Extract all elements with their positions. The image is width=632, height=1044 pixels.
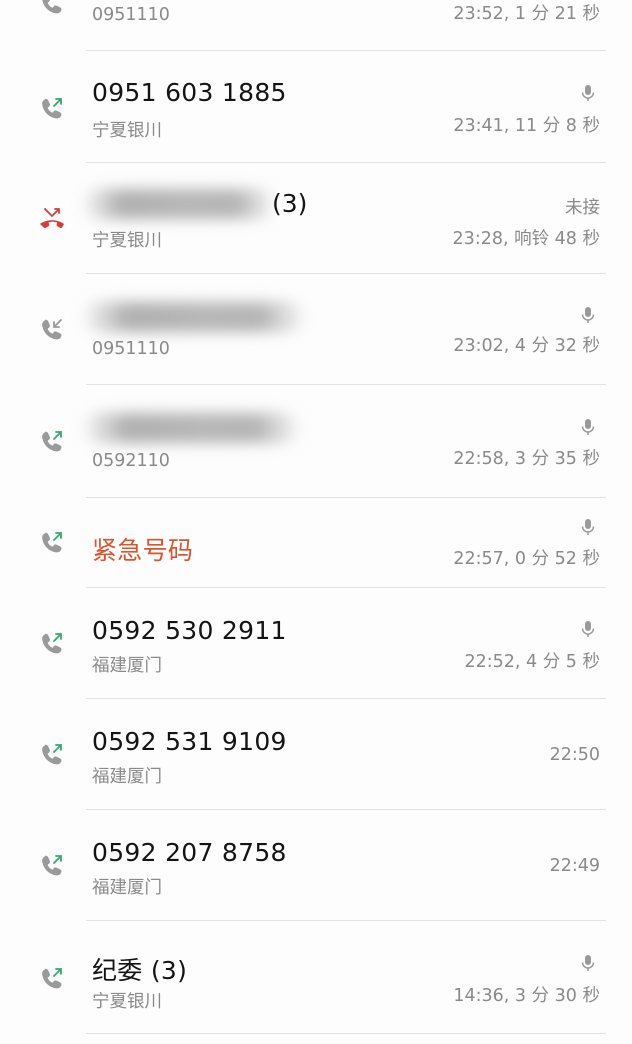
call-subtitle: 福建厦门 (92, 878, 162, 898)
call-subtitle: 宁夏银川 (92, 231, 162, 251)
call-time-duration: 22:50 (549, 745, 600, 765)
missed-call-icon (40, 208, 64, 229)
call-subtitle: 福建厦门 (92, 767, 162, 787)
call-time-duration: 22:58, 3 分 35 秒 (453, 449, 600, 469)
call-contact-name: 0592 207 8758 (92, 838, 287, 867)
recording-icon (581, 307, 595, 323)
recording-icon (581, 955, 595, 971)
divider (86, 50, 606, 51)
call-log-row[interactable]: 纪委 (3) 宁夏银川 14:36, 3 分 30 秒 (0, 921, 632, 1033)
divider (86, 1033, 606, 1034)
incoming-call-icon (42, 319, 62, 340)
call-log-row[interactable]: 0951 603 1885 宁夏银川 23:41, 11 分 8 秒 (0, 52, 632, 162)
call-log-row[interactable]: 0951110 23:02, 4 分 32 秒 (0, 274, 632, 384)
outgoing-call-icon (42, 532, 62, 553)
call-log-row[interactable]: (3) 宁夏银川 未接 23:28, 响铃 48 秒 (0, 163, 632, 273)
outgoing-call-icon (42, 0, 62, 14)
call-log-row[interactable]: 0592 207 8758 福建厦门 22:49 (0, 810, 632, 920)
call-time-duration: 14:36, 3 分 30 秒 (453, 986, 600, 1006)
call-log-row[interactable]: 0951110 23:52, 1 分 21 秒 (0, 0, 632, 50)
call-contact-name: 0592 530 2911 (92, 616, 287, 645)
call-log-row[interactable]: 0592110 22:58, 3 分 35 秒 (0, 385, 632, 497)
call-subtitle: 宁夏银川 (92, 992, 162, 1012)
call-contact-name: 0951 603 1885 (92, 78, 287, 107)
call-subtitle: 宁夏银川 (92, 121, 162, 141)
call-time-duration: 23:41, 11 分 8 秒 (453, 116, 600, 136)
call-subtitle: 0592110 (92, 451, 170, 471)
call-contact-name: 0592 531 9109 (92, 727, 287, 756)
recording-icon (581, 519, 595, 535)
missed-status: 未接 (565, 198, 600, 218)
outgoing-call-icon (42, 98, 62, 119)
call-subtitle: 福建厦门 (92, 656, 162, 676)
call-time-duration: 23:02, 4 分 32 秒 (453, 336, 600, 356)
call-contact-name: 纪委 (3) (92, 956, 188, 985)
outgoing-call-icon (42, 744, 62, 765)
call-log-row[interactable]: 0592 530 2911 福建厦门 22:52, 4 分 5 秒 (0, 588, 632, 698)
recording-icon (581, 85, 595, 101)
redacted-contact-name (84, 302, 304, 332)
call-subtitle: 0951110 (92, 339, 170, 359)
call-time-duration: 22:57, 0 分 52 秒 (453, 549, 600, 569)
call-log-row[interactable]: 0592 531 9109 福建厦门 22:50 (0, 699, 632, 809)
recording-icon (581, 419, 595, 435)
call-time-duration: 23:28, 响铃 48 秒 (452, 229, 600, 249)
call-subtitle: 0951110 (92, 5, 170, 25)
call-time-duration: 22:52, 4 分 5 秒 (464, 652, 600, 672)
call-log-row[interactable]: 紧急号码 22:57, 0 分 52 秒 (0, 498, 632, 587)
recording-icon (581, 621, 595, 637)
call-count: (3) (272, 189, 308, 218)
redacted-contact-name (84, 189, 274, 219)
outgoing-call-icon (42, 633, 62, 654)
call-contact-name: 紧急号码 (92, 536, 194, 565)
outgoing-call-icon (42, 968, 62, 989)
call-time-duration: 23:52, 1 分 21 秒 (453, 4, 600, 24)
call-time-duration: 22:49 (549, 856, 600, 876)
outgoing-call-icon (42, 855, 62, 876)
redacted-contact-name (84, 413, 299, 443)
outgoing-call-icon (42, 431, 62, 452)
